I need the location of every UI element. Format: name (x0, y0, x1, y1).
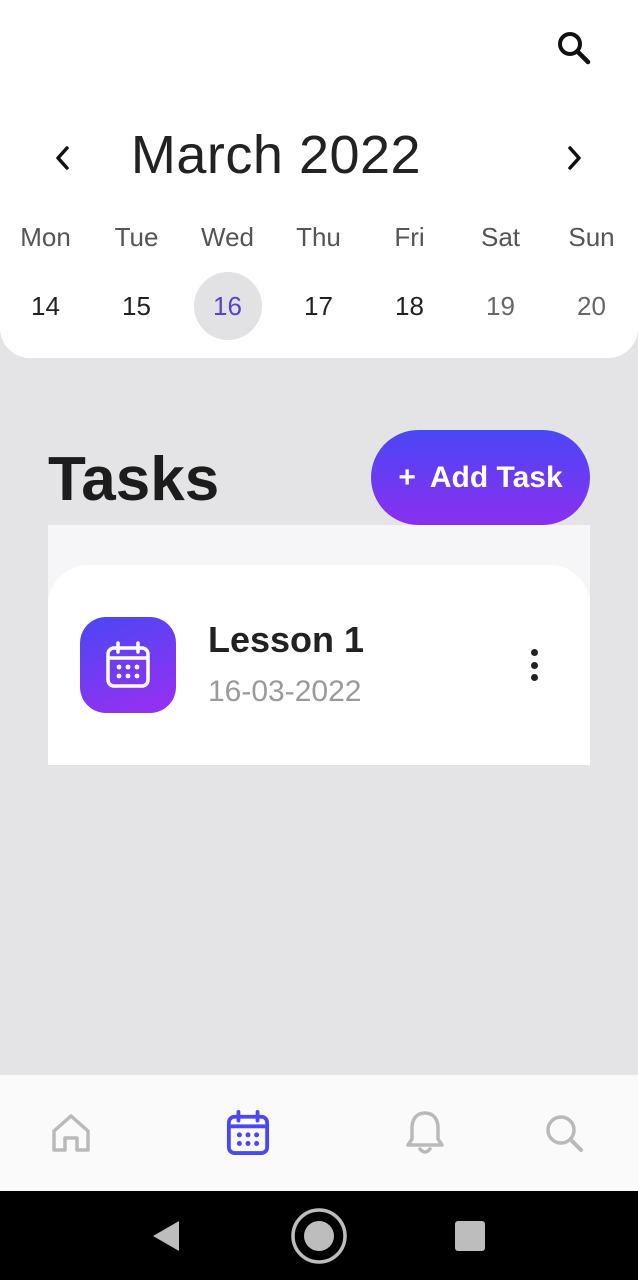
weekday-label: Sun (568, 222, 615, 252)
task-title: Lesson 1 (208, 619, 365, 660)
weekday-label: Sat (480, 222, 521, 252)
nav-search[interactable] (534, 1105, 594, 1161)
more-vertical-dot (530, 661, 538, 669)
date-number: 20 (577, 290, 606, 321)
more-vertical-dot (530, 674, 538, 681)
date-cell[interactable]: 20 (546, 272, 637, 340)
task-calendar-badge (80, 617, 176, 713)
weekday-label: Mon (20, 222, 71, 252)
weekday-label: Tue (114, 222, 159, 252)
next-month-button[interactable] (554, 138, 594, 178)
home-circle-icon (291, 1208, 347, 1264)
plus-icon: + (398, 460, 416, 494)
date-number: 18 (395, 290, 424, 321)
date-cell[interactable]: 15 (91, 272, 182, 340)
date-number: 17 (304, 290, 333, 321)
date-number: 16 (193, 272, 262, 340)
bottom-navigation (0, 1075, 638, 1191)
date-cell[interactable]: 14 (0, 272, 91, 340)
date-number: 14 (31, 290, 60, 321)
date-number: 19 (486, 290, 515, 321)
weekday-label: Fri (394, 222, 425, 252)
date-cell[interactable]: 18 (364, 272, 455, 340)
nav-calendar[interactable] (218, 1105, 278, 1161)
system-recents-button[interactable] (440, 1211, 500, 1261)
task-date: 16-03-2022 (208, 675, 362, 708)
bell-icon (406, 1111, 444, 1154)
system-home-button[interactable] (289, 1208, 349, 1264)
calendar-icon (226, 1110, 270, 1155)
tasks-heading: Tasks (48, 445, 220, 514)
home-icon (52, 1114, 90, 1152)
date-cell[interactable]: 17 (273, 272, 364, 340)
date-strip: 14 15 16 17 18 19 20 (0, 272, 638, 340)
prev-month-button[interactable] (43, 138, 83, 178)
android-system-bar (0, 1191, 638, 1280)
add-task-button[interactable]: + Add Task (371, 430, 590, 525)
date-cell[interactable]: 19 (455, 272, 546, 340)
calendar-header-panel: March 2022 Mon Tue Wed Thu Fri Sat Sun 1… (0, 0, 638, 358)
task-list: Lesson 1 16-03-2022 (48, 525, 590, 765)
search-icon (558, 32, 591, 65)
month-title: March 2022 (130, 125, 422, 185)
weekday-label: Thu (296, 222, 341, 252)
nav-notifications[interactable] (395, 1105, 455, 1161)
chevron-left-icon (56, 146, 69, 170)
nav-home[interactable] (41, 1105, 101, 1161)
calendar-icon (106, 641, 150, 688)
date-cell-selected[interactable]: 16 (182, 272, 273, 340)
system-back-button[interactable] (136, 1211, 196, 1261)
recents-square-icon (455, 1221, 485, 1251)
month-navigator: March 2022 (0, 118, 638, 198)
weekday-label: Wed (201, 222, 254, 252)
back-triangle-icon (153, 1221, 179, 1251)
search-button[interactable] (552, 26, 596, 70)
search-icon (546, 1115, 583, 1152)
task-more-button[interactable] (518, 645, 550, 685)
date-number: 15 (122, 290, 151, 321)
add-task-label: Add Task (429, 460, 563, 494)
weekday-header-row: Mon Tue Wed Thu Fri Sat Sun (0, 218, 638, 258)
chevron-right-icon (568, 146, 581, 170)
more-vertical-icon (530, 649, 538, 656)
task-card[interactable]: Lesson 1 16-03-2022 (48, 565, 590, 765)
